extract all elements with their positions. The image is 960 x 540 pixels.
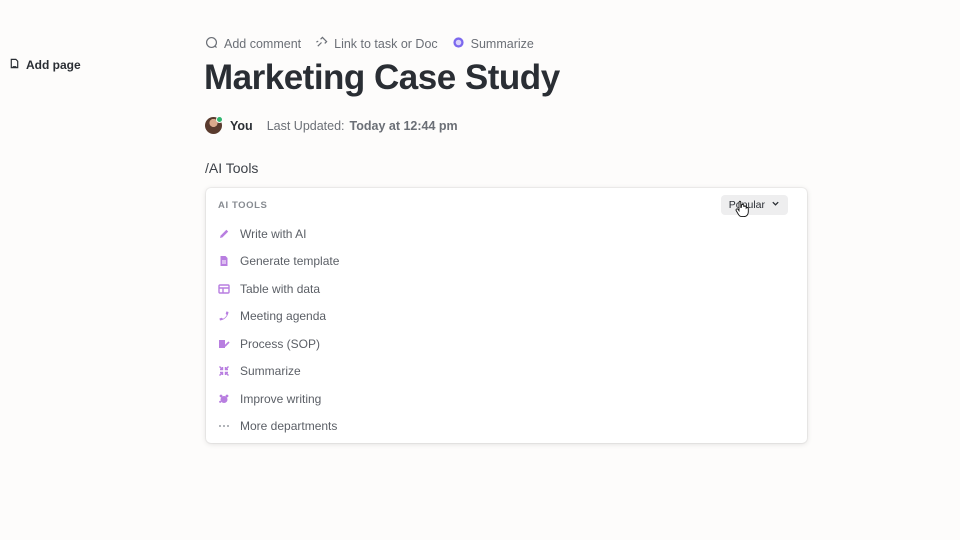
- menu-item-label: Table with data: [240, 281, 321, 296]
- menu-item-write-with-ai[interactable]: Write with AI: [218, 220, 339, 248]
- summarize-button[interactable]: Summarize: [452, 36, 534, 52]
- menu-item-more-departments[interactable]: More departments: [218, 413, 339, 441]
- menu-item-process-sop[interactable]: Process (SOP): [218, 330, 339, 358]
- doc-toolbar: Add comment Link to task or Doc Summariz…: [205, 36, 534, 52]
- chevron-down-icon: [771, 199, 780, 211]
- link-icon: [315, 36, 328, 52]
- filter-dropdown[interactable]: Popular: [720, 195, 788, 215]
- link-task-label: Link to task or Doc: [334, 37, 438, 51]
- add-page-button[interactable]: Add page: [9, 58, 81, 72]
- ai-brain-icon: [452, 36, 465, 52]
- slash-command-input[interactable]: /AI Tools: [205, 160, 258, 176]
- add-comment-label: Add comment: [224, 37, 302, 51]
- menu-item-generate-template[interactable]: Generate template: [218, 248, 339, 276]
- phone-icon: [218, 310, 230, 322]
- menu-item-label: Improve writing: [240, 391, 322, 406]
- doc-page: Add page Add comment Link to task or Doc…: [0, 0, 960, 540]
- menu-item-summarize[interactable]: Summarize: [218, 358, 339, 386]
- add-page-icon: [9, 58, 20, 72]
- document-icon: [218, 255, 230, 267]
- comment-icon: [205, 36, 218, 52]
- menu-item-label: Write with AI: [240, 226, 307, 241]
- menu-item-meeting-agenda[interactable]: Meeting agenda: [218, 303, 339, 331]
- menu-item-label: Generate template: [240, 254, 340, 269]
- table-icon: [218, 283, 230, 295]
- last-updated-value: Today at 12:44 pm: [349, 118, 458, 133]
- avatar[interactable]: [205, 116, 223, 134]
- add-comment-button[interactable]: Add comment: [205, 36, 301, 52]
- add-page-label: Add page: [26, 58, 81, 72]
- ai-tools-list: Write with AI Generate template Table wi…: [218, 220, 339, 440]
- sparkle-blob-icon: [218, 393, 230, 405]
- menu-item-label: Meeting agenda: [240, 309, 327, 324]
- summarize-label: Summarize: [470, 37, 534, 51]
- author-name: You: [230, 118, 253, 133]
- ai-tools-section-label: AI TOOLS: [218, 200, 268, 211]
- filter-label: Popular: [728, 199, 765, 211]
- menu-item-label: Summarize: [240, 364, 301, 379]
- ellipsis-icon: [218, 420, 230, 432]
- doc-meta: You Last Updated: Today at 12:44 pm: [205, 116, 458, 134]
- ai-tools-menu: AI TOOLS Popular Write with AI Generate …: [206, 188, 807, 443]
- page-title: Marketing Case Study: [204, 58, 560, 97]
- process-edit-icon: [218, 338, 230, 350]
- menu-item-table-with-data[interactable]: Table with data: [218, 275, 339, 303]
- collapse-arrows-icon: [218, 365, 230, 377]
- menu-item-improve-writing[interactable]: Improve writing: [218, 385, 339, 413]
- pencil-icon: [218, 228, 230, 240]
- link-task-button[interactable]: Link to task or Doc: [315, 36, 438, 52]
- menu-item-label: Process (SOP): [240, 336, 321, 351]
- menu-item-label: More departments: [240, 419, 338, 434]
- online-status-dot: [216, 116, 223, 123]
- last-updated-label: Last Updated:: [266, 118, 345, 133]
